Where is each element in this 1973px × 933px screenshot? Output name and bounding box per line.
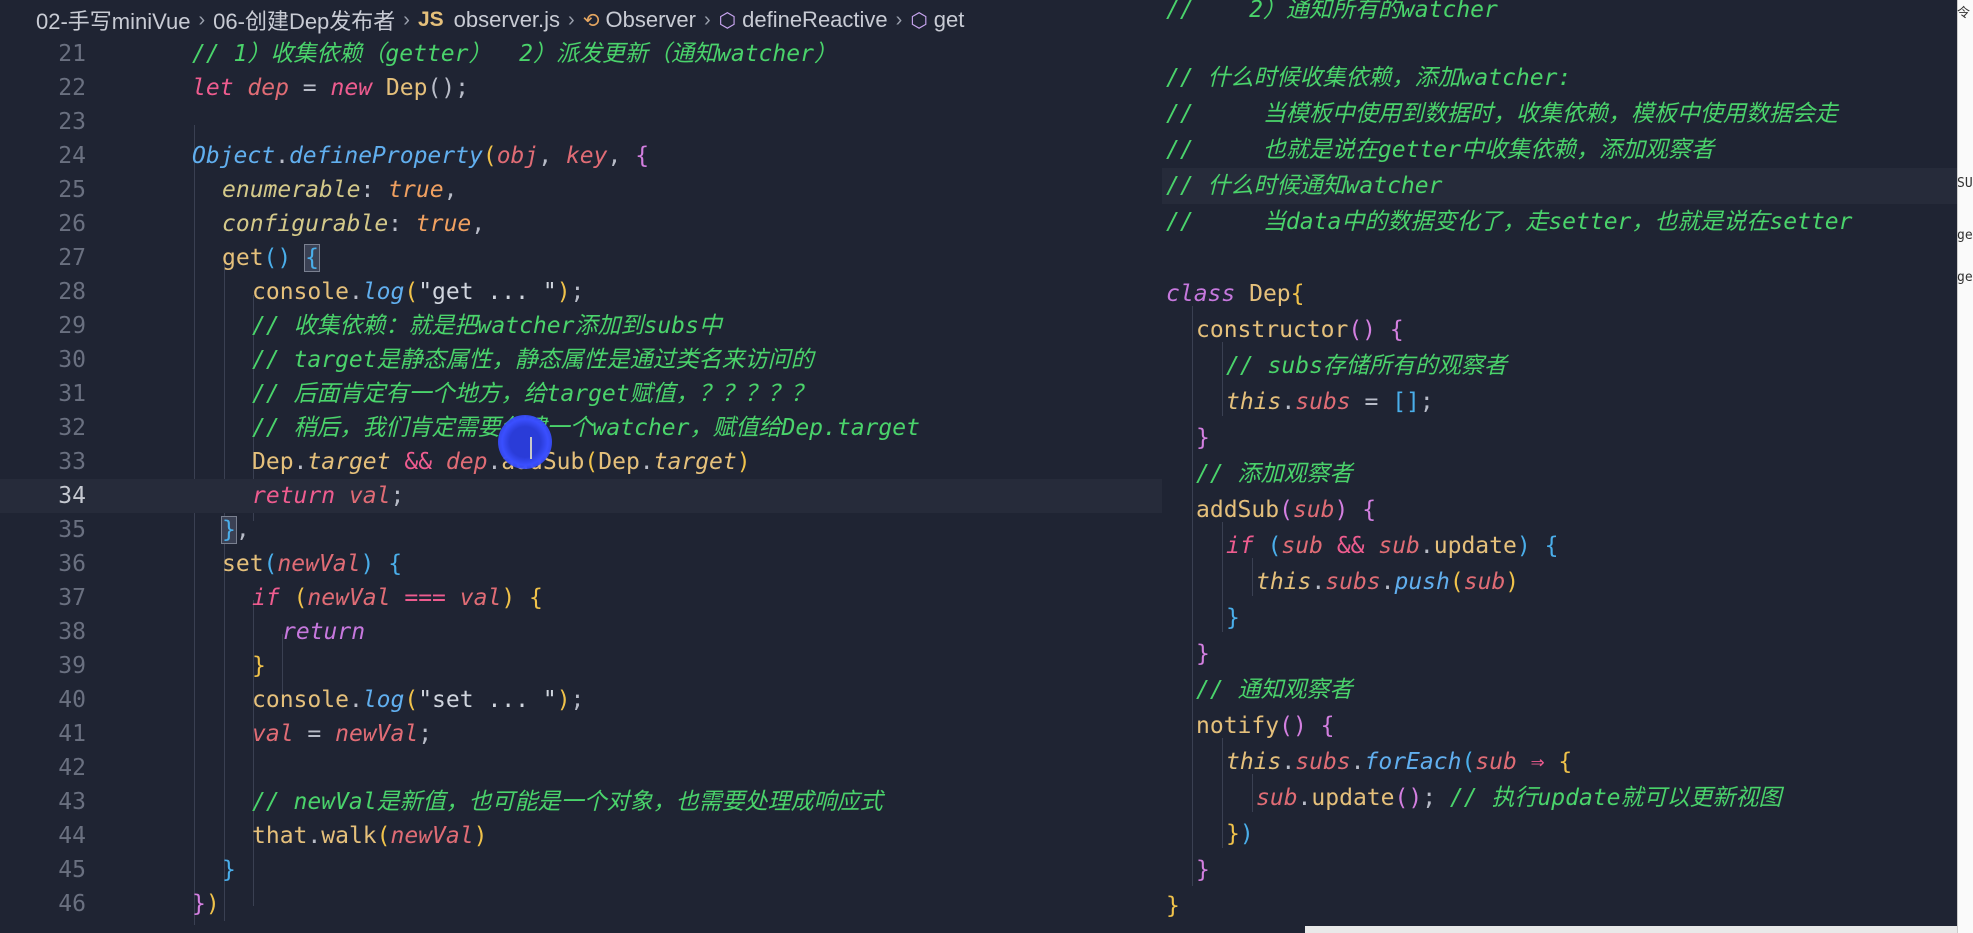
code-line-current: 34 return val; xyxy=(0,479,1162,513)
chevron-right-icon: › xyxy=(895,8,903,31)
code-line: 21// 1）收集依赖（getter） 2）派发更新（通知watcher） xyxy=(58,41,837,67)
code-line: if (sub && sub.update) { xyxy=(1226,533,1559,559)
code-line: addSub(sub) { xyxy=(1196,497,1377,523)
background-window-edge xyxy=(1957,0,1973,933)
code-line: // 添加观察者 xyxy=(1196,461,1353,487)
code-line: 23 xyxy=(58,109,86,135)
code-line: 35}, xyxy=(58,516,250,544)
code-line: 22 let dep = new Dep(); xyxy=(58,75,469,101)
bracket-match-highlight: { xyxy=(304,244,320,272)
background-window-text: ge xyxy=(1957,228,1973,243)
code-line-current: // 什么时候通知watcher xyxy=(1162,168,1957,204)
code-line: 32// 稍后，我们肯定需要创建一个watcher，赋值给Dep.target xyxy=(58,415,920,441)
code-line: 28 console.log("get ... "); xyxy=(58,279,585,305)
code-line: this.subs.push(sub) xyxy=(1256,569,1520,595)
code-line: 26 configurable: true, xyxy=(58,211,486,237)
code-line: class Dep{ xyxy=(1166,281,1305,307)
code-line: 38 return xyxy=(58,619,366,645)
chevron-right-icon: › xyxy=(403,8,410,31)
code-line: 30// target是静态属性，静态属性是通过类名来访问的 xyxy=(58,347,814,373)
code-line: 25 enumerable: true, xyxy=(58,177,458,203)
background-window-text: ge xyxy=(1957,270,1973,285)
breadcrumb-symbol-definereactive[interactable]: ⬡ defineReactive xyxy=(719,7,888,33)
code-line: // 2）通知所有的watcher xyxy=(1166,0,1498,23)
bracket-match-highlight: } xyxy=(221,516,237,544)
code-line: 24 Object.defineProperty(obj, key, { xyxy=(58,143,650,169)
code-line: // 也就是说在getter中收集依赖，添加观察者 xyxy=(1166,137,1715,163)
code-line: 44 that.walk(newVal) xyxy=(58,823,488,849)
code-line: 43// newVal是新值，也可能是一个对象，也需要处理成响应式 xyxy=(58,789,883,815)
background-window-text: SU xyxy=(1957,176,1973,191)
code-line: this.subs = []; xyxy=(1226,389,1434,415)
code-line: 36 set(newVal) { xyxy=(58,551,403,577)
method-symbol-icon: ⬡ xyxy=(910,9,928,32)
code-line: 31// 后面肯定有一个地方，给target赋值，？？？？？ xyxy=(58,381,814,407)
breadcrumb-file[interactable]: JS observer.js xyxy=(418,7,560,33)
right-editor-pane[interactable]: // 2）通知所有的watcher // 什么时候收集依赖，添加watcher:… xyxy=(1162,0,1957,933)
breadcrumb-folder-minivue[interactable]: 02-手写miniVue xyxy=(36,4,190,36)
javascript-file-icon: JS xyxy=(417,8,444,31)
chevron-right-icon: › xyxy=(568,8,575,31)
code-line: 29// 收集依赖：就是把watcher添加到subs中 xyxy=(58,313,722,339)
code-line: constructor() { xyxy=(1196,317,1404,343)
code-line: 41 val = newVal; xyxy=(58,721,433,747)
code-line: // 通知观察者 xyxy=(1196,677,1353,703)
code-line: } xyxy=(1196,425,1210,451)
code-line: // 当data中的数据变化了，走setter，也就是说在setter xyxy=(1166,209,1853,235)
chevron-right-icon: › xyxy=(703,8,711,31)
code-line: 45} xyxy=(58,857,236,883)
code-line: }) xyxy=(1226,821,1254,847)
code-line: sub.update(); // 执行update就可以更新视图 xyxy=(1256,785,1782,811)
code-line: // 当模板中使用到数据时，收集依赖，模板中使用数据会走 xyxy=(1166,101,1838,127)
mouse-pointer-highlight xyxy=(498,415,552,469)
text-cursor-icon xyxy=(530,437,532,459)
code-line: this.subs.forEach(sub ⇒ { xyxy=(1226,749,1573,775)
breadcrumb-folder-dep[interactable]: 06-创建Dep发布者 xyxy=(213,4,395,36)
breadcrumb-symbol-get[interactable]: ⬡ get xyxy=(910,7,964,33)
method-symbol-icon: ⬡ xyxy=(718,9,737,32)
code-line: // 什么时候收集依赖，添加watcher: xyxy=(1166,65,1572,91)
code-line: } xyxy=(1166,893,1180,919)
code-line: } xyxy=(1196,641,1210,667)
code-line: // subs存储所有的观察者 xyxy=(1226,353,1507,379)
background-window-strip xyxy=(1305,926,1957,933)
code-line: 40 console.log("set ... "); xyxy=(58,687,585,713)
class-symbol-icon: ⟲ xyxy=(582,9,600,32)
code-line: 37 if (newVal === val) { xyxy=(58,585,543,611)
code-line: 46}) xyxy=(58,891,220,917)
code-line: } xyxy=(1226,605,1240,631)
breadcrumb-symbol-observer[interactable]: ⟲ Observer xyxy=(583,7,696,33)
left-editor-pane[interactable]: 02-手写miniVue › 06-创建Dep发布者 › JS observer.… xyxy=(0,0,1162,933)
code-line: 39} xyxy=(58,653,266,679)
code-line: 33Dep.target && dep.addSub(Dep.target) xyxy=(58,449,751,475)
code-line: } xyxy=(1196,857,1210,883)
code-line: notify() { xyxy=(1196,713,1335,739)
background-window-text: 令 xyxy=(1957,6,1971,21)
breadcrumb: 02-手写miniVue › 06-创建Dep发布者 › JS observer.… xyxy=(0,0,1162,40)
chevron-right-icon: › xyxy=(198,8,206,31)
code-line: 42 xyxy=(58,755,86,781)
code-line: 27 get() { xyxy=(58,244,320,272)
